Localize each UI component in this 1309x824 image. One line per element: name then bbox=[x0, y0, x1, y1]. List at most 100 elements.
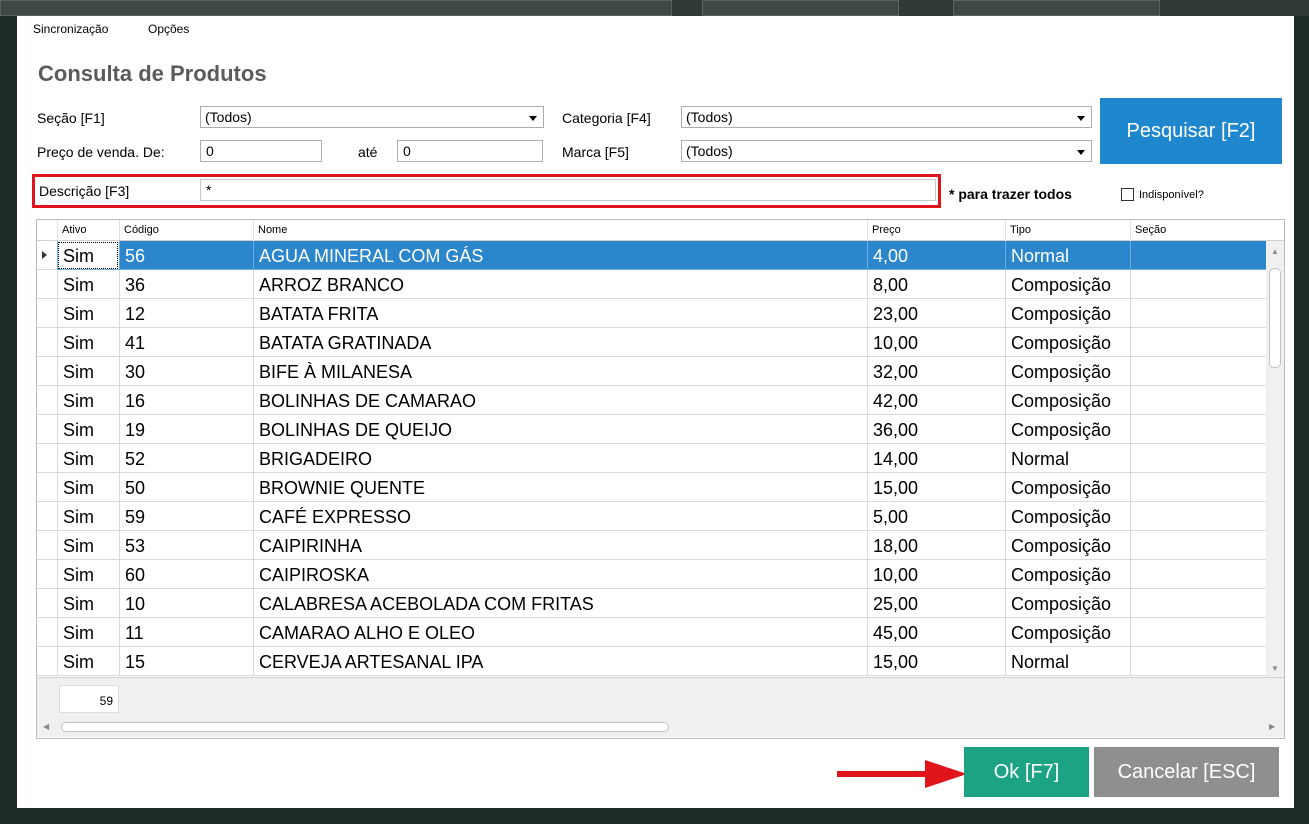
cell-preco[interactable]: 23,00 bbox=[867, 299, 1005, 328]
cell-tipo[interactable]: Composição bbox=[1005, 299, 1130, 328]
table-row[interactable]: Sim 36 ARROZ BRANCO 8,00 Composição bbox=[37, 270, 1266, 299]
menu-sincronizacao[interactable]: Sincronização bbox=[33, 22, 108, 36]
cell-preco[interactable]: 15,00 bbox=[867, 647, 1005, 676]
cell-tipo[interactable]: Composição bbox=[1005, 502, 1130, 531]
table-row[interactable]: Sim 52 BRIGADEIRO 14,00 Normal bbox=[37, 444, 1266, 473]
cell-preco[interactable]: 4,00 bbox=[867, 241, 1005, 270]
row-selector[interactable] bbox=[37, 386, 57, 415]
table-row[interactable]: Sim 10 CALABRESA ACEBOLADA COM FRITAS 25,00… bbox=[37, 589, 1266, 618]
cell-ativo[interactable]: Sim bbox=[57, 560, 119, 589]
cell-ativo[interactable]: Sim bbox=[57, 299, 119, 328]
table-row[interactable]: Sim 50 BROWNIE QUENTE 15,00 Composição bbox=[37, 473, 1266, 502]
column-header-preco[interactable]: Preço bbox=[867, 220, 1005, 240]
table-row[interactable]: Sim 59 CAFÉ EXPRESSO 5,00 Composição bbox=[37, 502, 1266, 531]
horizontal-scroll-thumb[interactable] bbox=[61, 722, 669, 732]
descricao-input[interactable]: * bbox=[200, 179, 936, 201]
row-selector[interactable] bbox=[37, 241, 57, 270]
table-row[interactable]: Sim 11 CAMARAO ALHO E OLEO 45,00 Composição bbox=[37, 618, 1266, 647]
scroll-down-icon[interactable]: ▼ bbox=[1271, 664, 1279, 673]
menu-opcoes[interactable]: Opções bbox=[148, 22, 189, 36]
cell-secao[interactable] bbox=[1130, 241, 1266, 270]
cell-preco[interactable]: 8,00 bbox=[867, 270, 1005, 299]
cell-codigo[interactable]: 19 bbox=[119, 415, 253, 444]
cell-codigo[interactable]: 10 bbox=[119, 589, 253, 618]
table-row[interactable]: Sim 19 BOLINHAS DE QUEIJO 36,00 Composição bbox=[37, 415, 1266, 444]
cell-ativo[interactable]: Sim bbox=[57, 473, 119, 502]
cell-preco[interactable]: 25,00 bbox=[867, 589, 1005, 618]
cell-nome[interactable]: CALABRESA ACEBOLADA COM FRITAS bbox=[253, 589, 867, 618]
cell-ativo[interactable]: Sim bbox=[57, 328, 119, 357]
row-selector[interactable] bbox=[37, 444, 57, 473]
row-selector[interactable] bbox=[37, 299, 57, 328]
cell-secao[interactable] bbox=[1130, 560, 1266, 589]
cell-tipo[interactable]: Normal bbox=[1005, 647, 1130, 676]
cancel-button[interactable]: Cancelar [ESC] bbox=[1094, 747, 1279, 797]
cell-secao[interactable] bbox=[1130, 502, 1266, 531]
column-header-codigo[interactable]: Código bbox=[119, 220, 253, 240]
cell-preco[interactable]: 32,00 bbox=[867, 357, 1005, 386]
table-row[interactable]: Sim 15 CERVEJA ARTESANAL IPA 15,00 Normal bbox=[37, 647, 1266, 676]
table-row[interactable]: Sim 53 CAIPIRINHA 18,00 Composição bbox=[37, 531, 1266, 560]
cell-nome[interactable]: BATATA FRITA bbox=[253, 299, 867, 328]
cell-codigo[interactable]: 52 bbox=[119, 444, 253, 473]
categoria-select[interactable]: (Todos) bbox=[681, 106, 1092, 128]
cell-nome[interactable]: ARROZ BRANCO bbox=[253, 270, 867, 299]
cell-nome[interactable]: AGUA MINERAL COM GÁS bbox=[253, 241, 867, 270]
cell-ativo[interactable]: Sim bbox=[57, 589, 119, 618]
cell-preco[interactable]: 36,00 bbox=[867, 415, 1005, 444]
cell-tipo[interactable]: Composição bbox=[1005, 386, 1130, 415]
row-selector[interactable] bbox=[37, 270, 57, 299]
scroll-up-icon[interactable]: ▲ bbox=[1271, 247, 1279, 256]
cell-codigo[interactable]: 53 bbox=[119, 531, 253, 560]
secao-select[interactable]: (Todos) bbox=[200, 106, 544, 128]
cell-nome[interactable]: BATATA GRATINADA bbox=[253, 328, 867, 357]
table-row[interactable]: Sim 60 CAIPIROSKA 10,00 Composição bbox=[37, 560, 1266, 589]
cell-preco[interactable]: 18,00 bbox=[867, 531, 1005, 560]
cell-preco[interactable]: 10,00 bbox=[867, 328, 1005, 357]
cell-nome[interactable]: CERVEJA ARTESANAL IPA bbox=[253, 647, 867, 676]
cell-preco[interactable]: 5,00 bbox=[867, 502, 1005, 531]
row-selector[interactable] bbox=[37, 415, 57, 444]
cell-codigo[interactable]: 41 bbox=[119, 328, 253, 357]
cell-ativo[interactable]: Sim bbox=[57, 502, 119, 531]
cell-nome[interactable]: CAIPIROSKA bbox=[253, 560, 867, 589]
cell-nome[interactable]: BOLINHAS DE CAMARAO bbox=[253, 386, 867, 415]
cell-ativo[interactable]: Sim bbox=[57, 241, 119, 270]
row-selector[interactable] bbox=[37, 502, 57, 531]
row-selector[interactable] bbox=[37, 328, 57, 357]
cell-secao[interactable] bbox=[1130, 270, 1266, 299]
cell-secao[interactable] bbox=[1130, 328, 1266, 357]
row-selector[interactable] bbox=[37, 560, 57, 589]
cell-codigo[interactable]: 11 bbox=[119, 618, 253, 647]
cell-preco[interactable]: 42,00 bbox=[867, 386, 1005, 415]
cell-tipo[interactable]: Composição bbox=[1005, 270, 1130, 299]
cell-codigo[interactable]: 56 bbox=[119, 241, 253, 270]
cell-codigo[interactable]: 16 bbox=[119, 386, 253, 415]
preco-ate-input[interactable]: 0 bbox=[397, 140, 543, 162]
cell-ativo[interactable]: Sim bbox=[57, 618, 119, 647]
cell-secao[interactable] bbox=[1130, 473, 1266, 502]
table-row[interactable]: Sim 16 BOLINHAS DE CAMARAO 42,00 Composição bbox=[37, 386, 1266, 415]
table-row[interactable]: Sim 30 BIFE À MILANESA 32,00 Composição bbox=[37, 357, 1266, 386]
cell-ativo[interactable]: Sim bbox=[57, 647, 119, 676]
row-selector[interactable] bbox=[37, 357, 57, 386]
cell-secao[interactable] bbox=[1130, 357, 1266, 386]
cell-codigo[interactable]: 50 bbox=[119, 473, 253, 502]
cell-tipo[interactable]: Composição bbox=[1005, 531, 1130, 560]
row-selector[interactable] bbox=[37, 589, 57, 618]
cell-tipo[interactable]: Composição bbox=[1005, 357, 1130, 386]
indisponivel-checkbox[interactable] bbox=[1121, 188, 1134, 201]
cell-tipo[interactable]: Composição bbox=[1005, 415, 1130, 444]
cell-nome[interactable]: CAMARAO ALHO E OLEO bbox=[253, 618, 867, 647]
cell-codigo[interactable]: 59 bbox=[119, 502, 253, 531]
cell-ativo[interactable]: Sim bbox=[57, 357, 119, 386]
column-header-nome[interactable]: Nome bbox=[253, 220, 867, 240]
cell-tipo[interactable]: Composição bbox=[1005, 618, 1130, 647]
cell-tipo[interactable]: Composição bbox=[1005, 328, 1130, 357]
cell-tipo[interactable]: Composição bbox=[1005, 473, 1130, 502]
cell-nome[interactable]: BIFE À MILANESA bbox=[253, 357, 867, 386]
column-header-secao[interactable]: Seção bbox=[1130, 220, 1266, 240]
cell-ativo[interactable]: Sim bbox=[57, 386, 119, 415]
cell-codigo[interactable]: 36 bbox=[119, 270, 253, 299]
column-header-ativo[interactable]: Ativo bbox=[57, 220, 119, 240]
